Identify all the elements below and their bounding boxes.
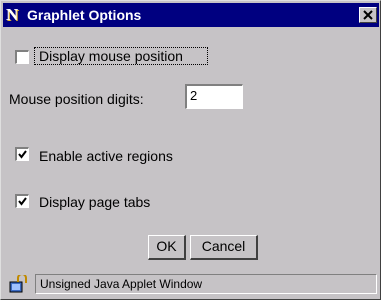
mouse-position-digits-label: Mouse position digits: bbox=[9, 91, 144, 107]
status-text: Unsigned Java Applet Window bbox=[35, 274, 377, 294]
mouse-position-digits-input[interactable]: 2 bbox=[185, 84, 243, 109]
options-dialog: N N Graphlet Options Display mouse posit… bbox=[0, 0, 381, 300]
display-page-tabs-label[interactable]: Display page tabs bbox=[39, 194, 150, 210]
n-logo-icon: N N bbox=[6, 5, 24, 25]
window-title: Graphlet Options bbox=[27, 7, 142, 23]
display-mouse-position-checkbox[interactable] bbox=[15, 50, 29, 64]
display-mouse-position-label[interactable]: Display mouse position bbox=[39, 48, 183, 64]
ok-button[interactable]: OK bbox=[148, 235, 186, 260]
svg-text:N: N bbox=[6, 6, 19, 24]
enable-active-regions-checkbox[interactable] bbox=[15, 147, 29, 161]
checkmark-icon bbox=[18, 150, 27, 159]
close-button[interactable] bbox=[359, 7, 377, 23]
checkmark-icon bbox=[18, 197, 27, 206]
title-bar[interactable]: N N Graphlet Options bbox=[3, 3, 379, 27]
status-bar: Unsigned Java Applet Window bbox=[3, 271, 380, 299]
display-page-tabs-checkbox[interactable] bbox=[15, 194, 29, 208]
enable-active-regions-label[interactable]: Enable active regions bbox=[39, 148, 173, 164]
java-applet-icon bbox=[9, 273, 29, 293]
cancel-button[interactable]: Cancel bbox=[190, 235, 258, 260]
